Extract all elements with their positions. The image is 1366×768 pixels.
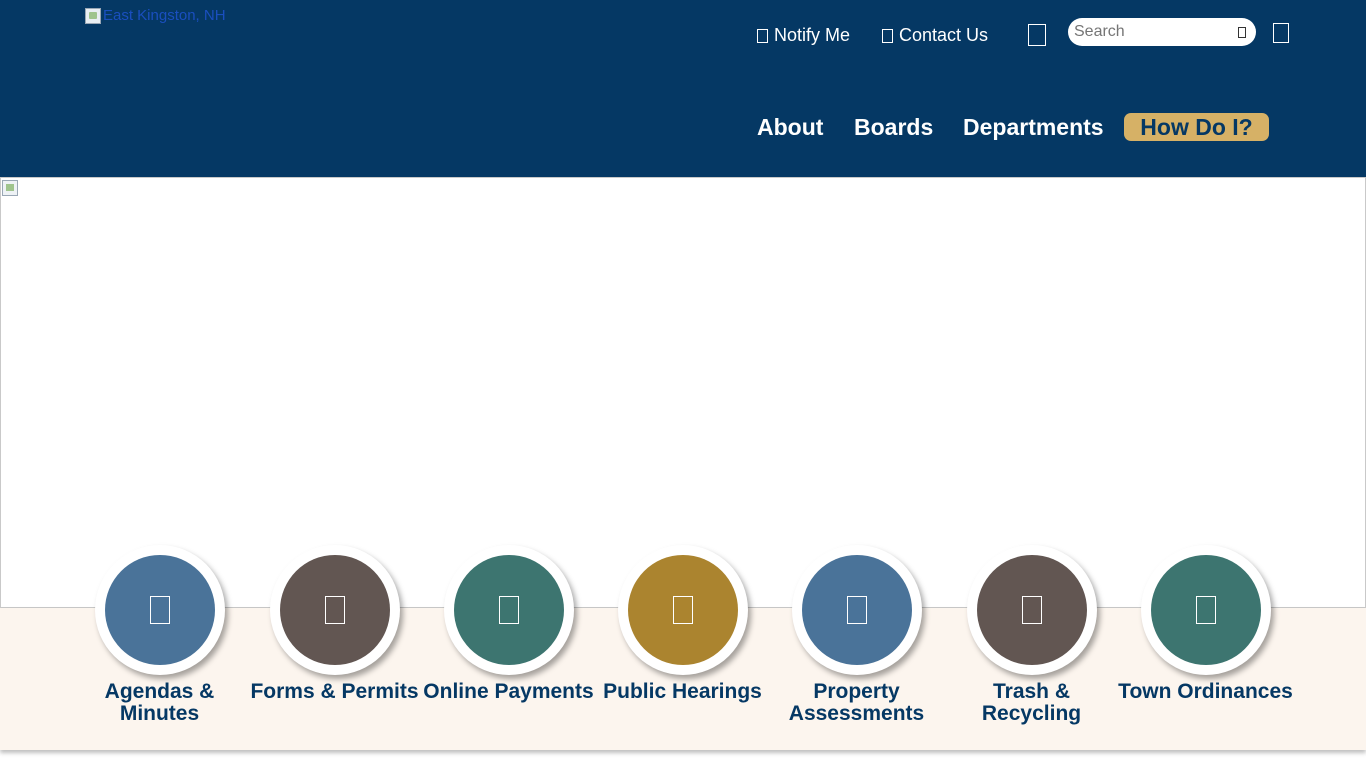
search-input[interactable] bbox=[1074, 23, 1234, 41]
document-icon bbox=[324, 596, 345, 624]
quick-link-ring bbox=[617, 545, 748, 675]
quick-link-circle bbox=[279, 555, 390, 665]
quick-link-label: Trash & Recycling bbox=[981, 680, 1082, 725]
logo-alt-text: East Kingston, NH bbox=[103, 7, 226, 24]
quick-link-label: Forms & Permits bbox=[250, 680, 419, 703]
house-icon bbox=[846, 596, 867, 624]
quick-link-circle bbox=[1150, 555, 1261, 665]
quick-link-online-payments[interactable]: Online Payments bbox=[421, 545, 596, 703]
quick-link-forms-permits[interactable]: Forms & Permits bbox=[247, 545, 422, 703]
phone-icon bbox=[882, 28, 893, 43]
search-icon[interactable] bbox=[1238, 26, 1246, 38]
quick-link-circle bbox=[976, 555, 1087, 665]
quick-link-ring bbox=[269, 545, 400, 675]
contact-us-label: Contact Us bbox=[899, 25, 989, 45]
quick-link-circle bbox=[104, 555, 215, 665]
quick-link-agendas-minutes[interactable]: Agendas & Minutes bbox=[72, 545, 247, 725]
nav-item-departments[interactable]: Departments bbox=[963, 112, 1104, 142]
notify-me-label: Notify Me bbox=[774, 25, 851, 45]
search-box bbox=[1068, 18, 1256, 46]
calendar-icon bbox=[149, 596, 170, 624]
recycle-icon bbox=[1021, 596, 1042, 624]
translate-icon[interactable] bbox=[1028, 24, 1046, 46]
site-logo-link[interactable]: East Kingston, NH bbox=[85, 7, 226, 24]
quick-link-ring bbox=[791, 545, 922, 675]
quick-link-ring bbox=[94, 545, 225, 675]
bell-icon bbox=[757, 28, 768, 43]
hero-banner bbox=[0, 177, 1366, 608]
quick-link-ring bbox=[1140, 545, 1271, 675]
broken-image-icon bbox=[2, 180, 18, 196]
quick-link-property-assessments[interactable]: Property Assessments bbox=[769, 545, 944, 725]
quick-link-label: Public Hearings bbox=[603, 680, 762, 703]
quick-link-town-ordinances[interactable]: Town Ordinances bbox=[1118, 545, 1293, 703]
site-header: East Kingston, NH Notify Me Contact Us A… bbox=[0, 0, 1366, 178]
quick-link-label: Property Assessments bbox=[788, 680, 925, 725]
nav-item-about[interactable]: About bbox=[757, 112, 823, 142]
nav-item-how-do-i[interactable]: How Do I? bbox=[1124, 113, 1269, 141]
quick-link-circle bbox=[627, 555, 738, 665]
quick-link-label: Town Ordinances bbox=[1118, 680, 1293, 703]
broken-image-icon bbox=[85, 7, 101, 24]
quick-link-label: Online Payments bbox=[423, 680, 594, 703]
contact-us-link[interactable]: Contact Us bbox=[882, 25, 988, 46]
quick-link-ring bbox=[966, 545, 1097, 675]
quick-link-trash-recycling[interactable]: Trash & Recycling bbox=[944, 545, 1119, 725]
menu-icon[interactable] bbox=[1273, 23, 1289, 43]
gavel-icon bbox=[672, 596, 693, 624]
book-icon bbox=[1195, 596, 1216, 624]
credit-card-icon bbox=[498, 596, 519, 624]
quick-link-label: Agendas & Minutes bbox=[104, 680, 215, 725]
quick-link-ring bbox=[443, 545, 574, 675]
quick-link-public-hearings[interactable]: Public Hearings bbox=[595, 545, 770, 703]
notify-me-link[interactable]: Notify Me bbox=[757, 25, 850, 46]
quick-link-circle bbox=[801, 555, 912, 665]
nav-item-boards[interactable]: Boards bbox=[854, 112, 933, 142]
quick-link-circle bbox=[453, 555, 564, 665]
